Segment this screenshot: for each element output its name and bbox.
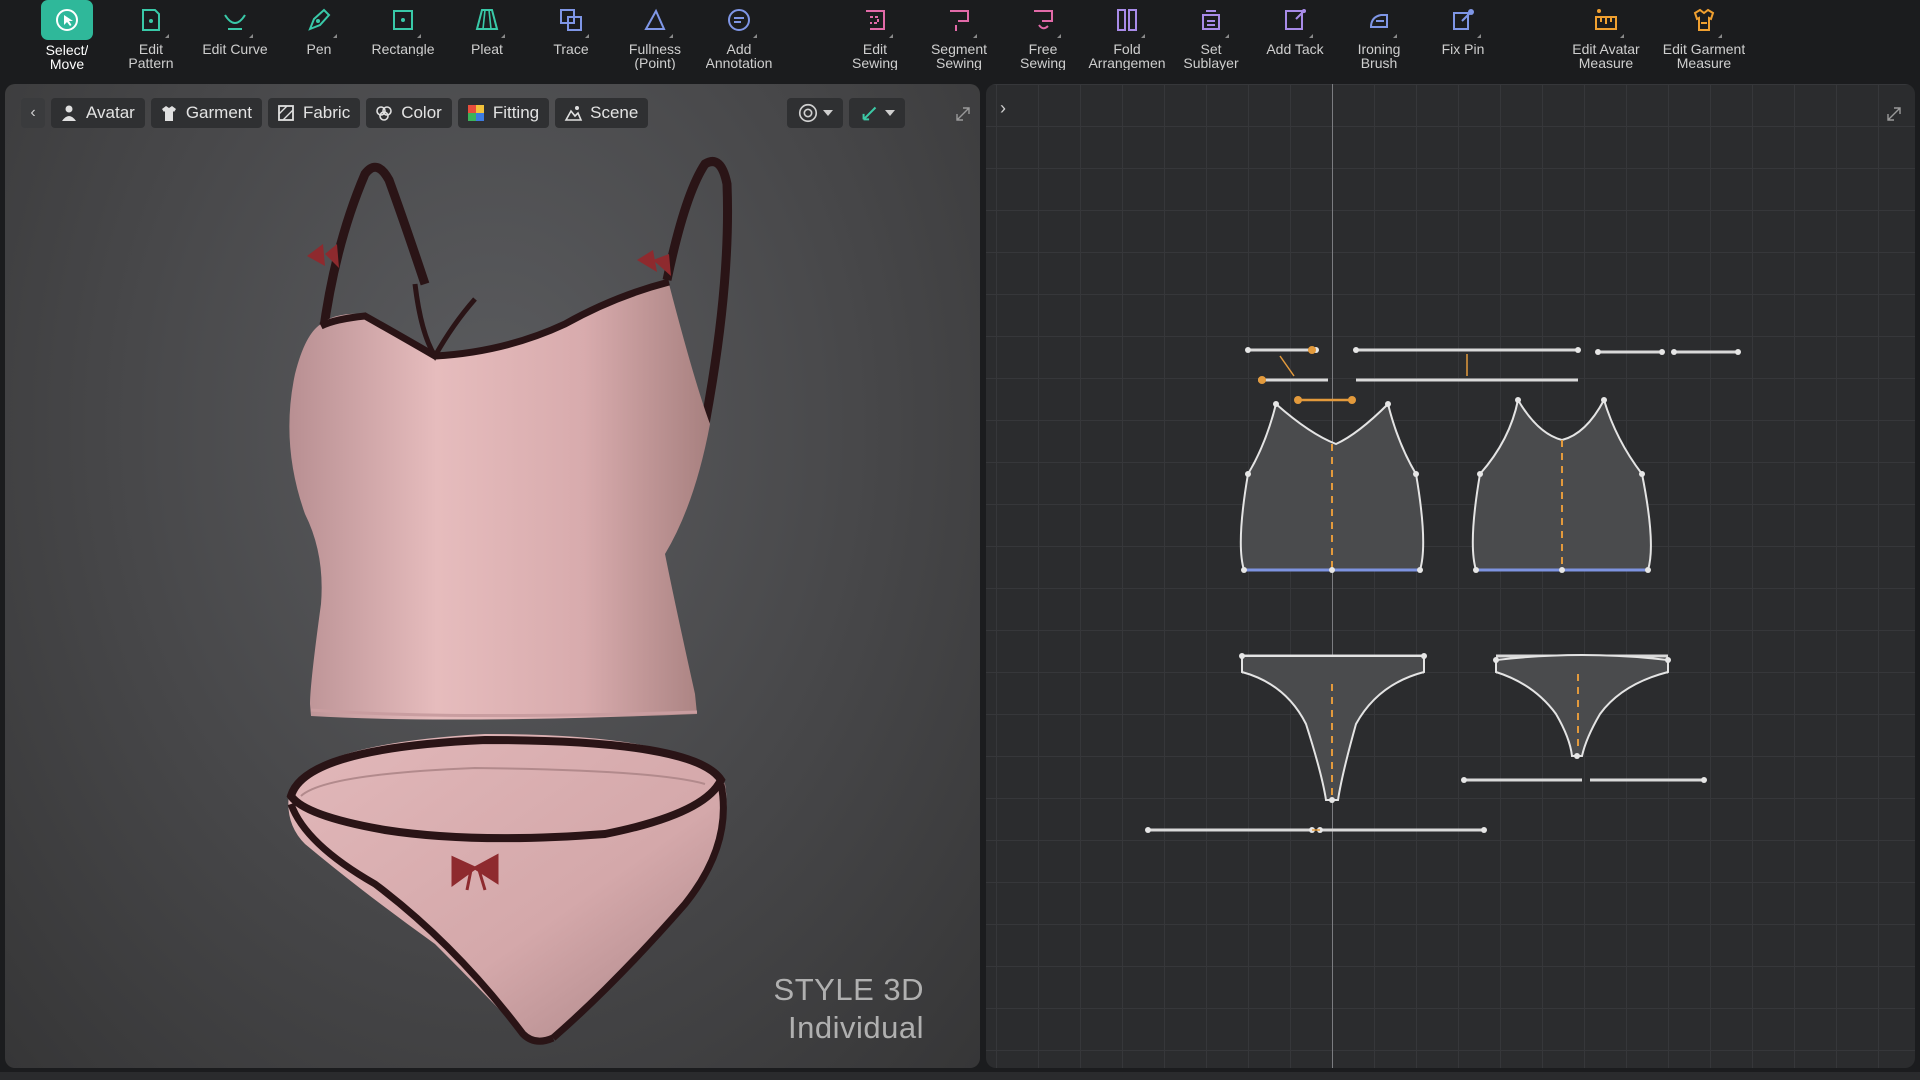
- 3d-viewport[interactable]: ‹ Avatar Garment Fabric Color Fitting Scene: [5, 84, 980, 1068]
- tool-label: Select/ Move: [45, 43, 89, 71]
- select-move-icon: [41, 0, 93, 40]
- tool-label: Rectangle: [371, 42, 435, 56]
- tool-label: Trace: [553, 42, 589, 56]
- trace-icon: [554, 3, 589, 38]
- segment-sewing-icon: [942, 3, 977, 38]
- add-annotation-icon: [722, 3, 757, 38]
- camisole-vneck-trim: [412, 283, 477, 361]
- fold-arrangement-icon: [1110, 3, 1145, 38]
- tool-edit-sewing[interactable]: Edit Sewing: [833, 0, 917, 80]
- edit-curve-icon: [218, 3, 253, 38]
- tool-pleat[interactable]: Pleat: [445, 0, 529, 80]
- tool-label: Edit Curve: [202, 42, 268, 56]
- left-strap: [318, 162, 430, 335]
- tool-label: Fullness (Point): [628, 42, 682, 70]
- watermark-brand: STYLE 3D: [773, 972, 924, 1007]
- tool-label: Edit Garment Measure: [1662, 42, 1746, 70]
- tool-fullness-point[interactable]: Fullness (Point): [613, 0, 697, 80]
- tool-trace[interactable]: Trace: [529, 0, 613, 80]
- edit-garment-measure-icon: [1687, 3, 1722, 38]
- tool-pen[interactable]: Pen: [277, 0, 361, 80]
- pleat-icon: [470, 3, 505, 38]
- binding-endpoints: [1145, 347, 1741, 833]
- watermark-edition: Individual: [788, 1010, 924, 1045]
- tool-label: Fold Arrangemen: [1088, 42, 1166, 70]
- fullness-point-icon: [638, 3, 673, 38]
- tool-label: Free Sewing: [1020, 42, 1066, 70]
- tool-label: Edit Avatar Measure: [1572, 42, 1640, 70]
- binding-strips[interactable]: [1148, 348, 1738, 832]
- edit-avatar-measure-icon: [1589, 3, 1624, 38]
- pen-icon: [302, 3, 337, 38]
- sewing-point: [1258, 376, 1266, 384]
- tool-label: Set Sublayer: [1183, 42, 1239, 70]
- tool-add-tack[interactable]: Add Tack: [1253, 0, 1337, 80]
- free-sewing-icon: [1026, 3, 1061, 38]
- tool-rectangle[interactable]: Rectangle: [361, 0, 445, 80]
- tool-fold-arrangement[interactable]: Fold Arrangemen: [1085, 0, 1169, 80]
- tool-label: Edit Pattern: [128, 42, 174, 70]
- sewing-point: [1308, 346, 1316, 354]
- add-tack-icon: [1278, 3, 1313, 38]
- rectangle-icon: [386, 3, 421, 38]
- garment-3d-model[interactable]: [5, 84, 980, 1068]
- set-sublayer-icon: [1194, 3, 1229, 38]
- seam-link: [1279, 355, 1295, 377]
- main-toolbar: Select/ Move Edit Pattern Edit Curve Pen Rec…: [0, 0, 1920, 80]
- tool-label: Add Tack: [1266, 42, 1324, 56]
- tool-label: Fix Pin: [1441, 42, 1485, 56]
- status-bar: [0, 1072, 1920, 1080]
- tool-label: Ironing Brush: [1357, 42, 1401, 70]
- tool-ironing-brush[interactable]: Ironing Brush: [1337, 0, 1421, 80]
- tool-add-annotation[interactable]: Add Annotation: [697, 0, 781, 80]
- tool-label: Add Annotation: [705, 42, 773, 70]
- pattern-briefs-back[interactable]: [1495, 654, 1669, 757]
- tool-fix-pin[interactable]: Fix Pin: [1421, 0, 1505, 80]
- tool-edit-pattern[interactable]: Edit Pattern: [109, 0, 193, 80]
- 2d-pattern-view[interactable]: ›: [986, 84, 1915, 1068]
- tool-label: Pen: [306, 42, 332, 56]
- edit-sewing-icon: [858, 3, 893, 38]
- ironing-brush-icon: [1362, 3, 1397, 38]
- tool-edit-garment-measure[interactable]: Edit Garment Measure: [1662, 0, 1746, 80]
- fix-pin-icon: [1446, 3, 1481, 38]
- edit-pattern-icon: [134, 3, 169, 38]
- briefs-body: [288, 734, 727, 1042]
- pattern-canvas[interactable]: [986, 84, 1915, 1068]
- tool-set-sublayer[interactable]: Set Sublayer: [1169, 0, 1253, 80]
- tool-segment-sewing[interactable]: Segment Sewing: [917, 0, 1001, 80]
- tool-select-move[interactable]: Select/ Move: [25, 0, 109, 80]
- tool-free-sewing[interactable]: Free Sewing: [1001, 0, 1085, 80]
- tool-edit-avatar-measure[interactable]: Edit Avatar Measure: [1564, 0, 1648, 80]
- tool-edit-curve[interactable]: Edit Curve: [193, 0, 277, 80]
- tool-label: Edit Sewing: [852, 42, 898, 70]
- tool-label: Pleat: [471, 42, 503, 56]
- tool-label: Segment Sewing: [930, 42, 988, 70]
